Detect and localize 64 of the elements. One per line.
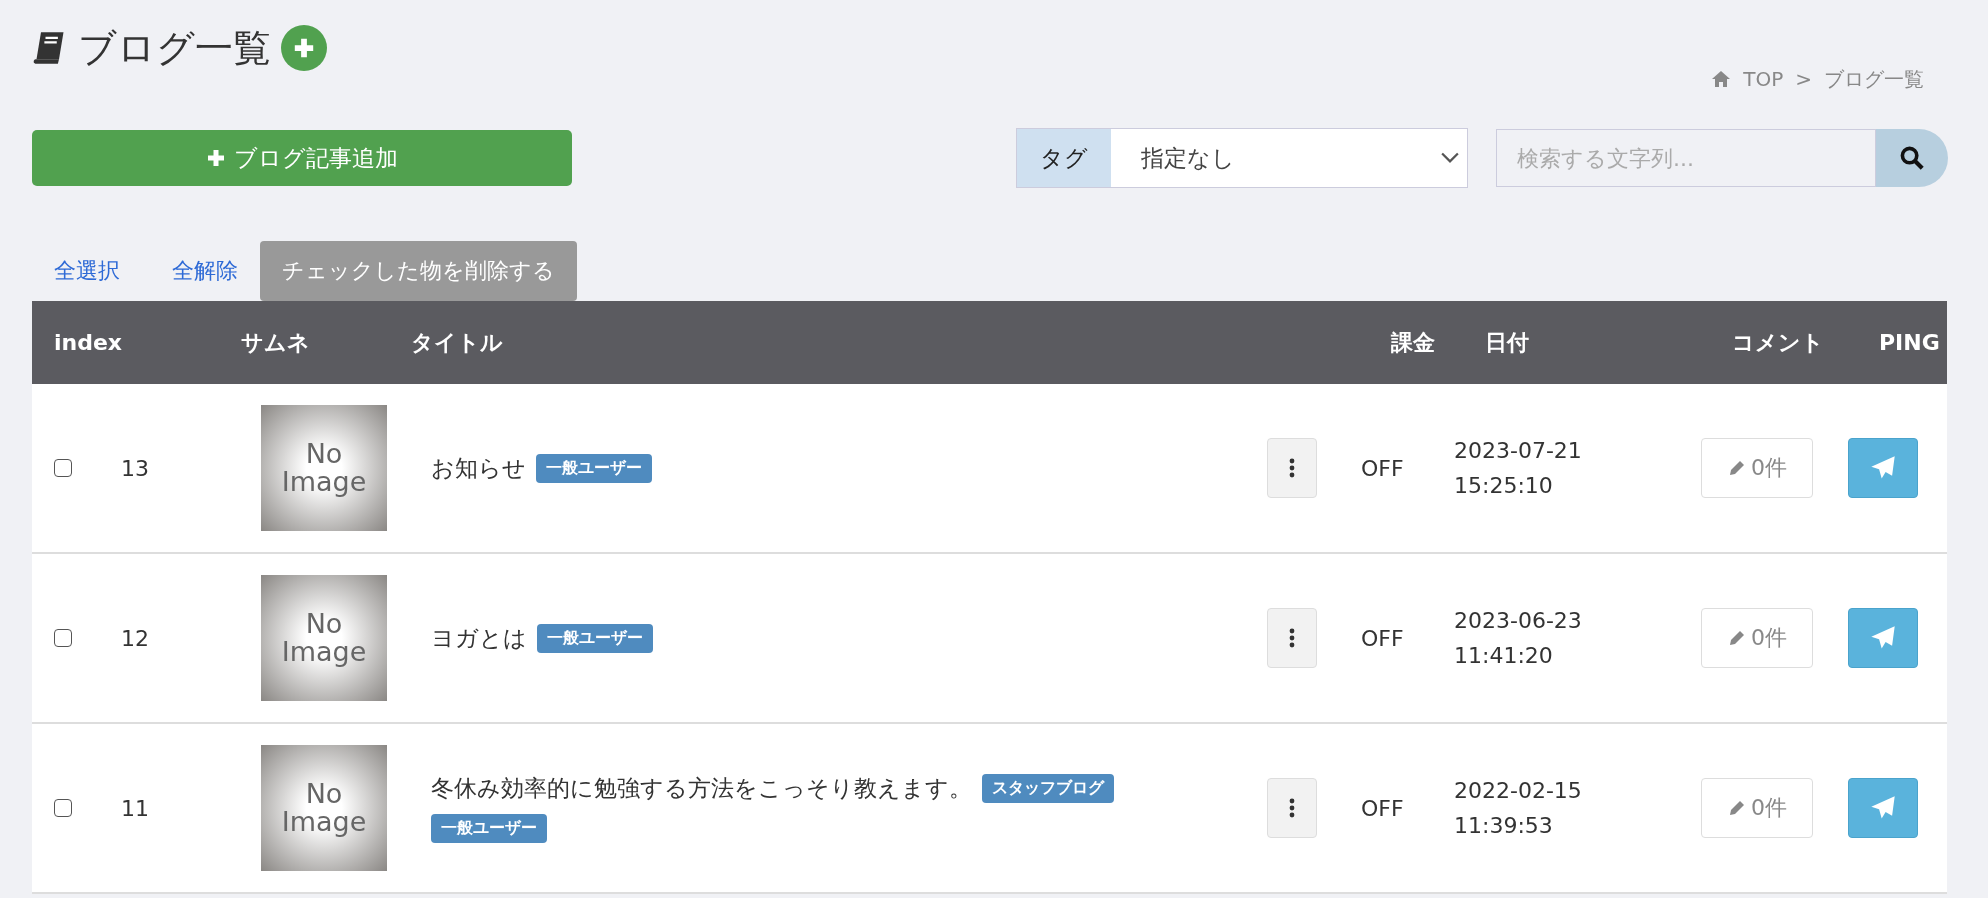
add-icon[interactable]: [281, 25, 327, 71]
column-header: index: [53, 330, 124, 355]
row-checkbox[interactable]: [54, 459, 72, 477]
thumbnail: No Image: [261, 575, 387, 701]
billing-cell-text: OFF: [1361, 455, 1405, 481]
index-cell-text: 11: [121, 795, 150, 821]
add-post-button[interactable]: ブログ記事追加: [32, 130, 572, 186]
date-cell-text: 2022-02-15: [1454, 778, 1583, 803]
column-header: PING: [1879, 330, 1940, 355]
tag-badge: 一般ユーザー: [536, 453, 652, 483]
column-header: サムネ: [241, 328, 311, 357]
breadcrumb-separator: >: [1795, 67, 1812, 91]
time-cell-text: 15:25:10: [1454, 473, 1554, 498]
paper-plane-icon: [1870, 625, 1896, 651]
column-header: タイトル: [411, 328, 504, 357]
pencil-icon: [1727, 798, 1747, 818]
home-icon[interactable]: [1711, 70, 1732, 88]
breadcrumb-link[interactable]: TOP: [1743, 67, 1784, 91]
date-cell-text: 2023-07-21: [1454, 438, 1583, 463]
paper-plane-icon: [1870, 455, 1896, 481]
row-checkbox[interactable]: [54, 629, 72, 647]
vertical-dots-icon: [1289, 628, 1295, 648]
vertical-dots-icon: [1289, 798, 1295, 818]
comment-button[interactable]: 0件: [1701, 608, 1813, 668]
ping-button[interactable]: [1848, 608, 1918, 668]
tag-badge: 一般ユーザー: [431, 814, 547, 843]
comment-button[interactable]: 0件: [1701, 778, 1813, 838]
page-title: ブログ一覧: [78, 24, 271, 72]
deselect-all-link[interactable]: 全解除: [142, 256, 260, 286]
comment-button[interactable]: 0件: [1701, 438, 1813, 498]
thumbnail: No Image: [261, 405, 387, 531]
menu-button[interactable]: [1267, 778, 1317, 838]
plus-icon: [206, 148, 226, 168]
date-cell-text: 2023-06-23: [1454, 608, 1583, 633]
ping-button[interactable]: [1848, 778, 1918, 838]
pencil-icon: [1727, 628, 1747, 648]
index-cell-text: 13: [121, 455, 150, 481]
index-cell-text: 12: [121, 625, 150, 651]
row-checkbox[interactable]: [54, 799, 72, 817]
post-title[interactable]: 冬休み効率的に勉強する方法をこっそり教えます。: [431, 773, 972, 804]
search-field[interactable]: 検索する文字列...: [1496, 129, 1876, 187]
pencil-icon: [1727, 458, 1747, 478]
search-button[interactable]: [1876, 129, 1948, 187]
menu-button[interactable]: [1267, 438, 1317, 498]
tag-badge: 一般ユーザー: [537, 623, 653, 653]
time-cell-text: 11:39:53: [1454, 813, 1554, 838]
vertical-dots-icon: [1289, 458, 1295, 478]
paper-plane-icon: [1870, 795, 1896, 821]
billing-cell-text: OFF: [1361, 795, 1405, 821]
breadcrumb-current: ブログ一覧: [1824, 65, 1924, 93]
tag-badge: スタッフブログ: [982, 774, 1114, 803]
billing-cell-text: OFF: [1361, 625, 1405, 651]
select-all-link[interactable]: 全選択: [32, 256, 142, 286]
column-header: 日付: [1485, 328, 1530, 357]
search-icon: [1900, 146, 1924, 170]
delete-checked-button[interactable]: チェックした物を削除する: [260, 241, 577, 301]
menu-button[interactable]: [1267, 608, 1317, 668]
column-header: コメント: [1732, 328, 1825, 357]
ping-button[interactable]: [1848, 438, 1918, 498]
post-title[interactable]: お知らせ: [431, 452, 526, 484]
time-cell-text: 11:41:20: [1454, 643, 1554, 668]
column-header: 課金: [1391, 328, 1436, 357]
thumbnail: No Image: [261, 745, 387, 871]
post-title[interactable]: ヨガとは: [431, 622, 527, 654]
